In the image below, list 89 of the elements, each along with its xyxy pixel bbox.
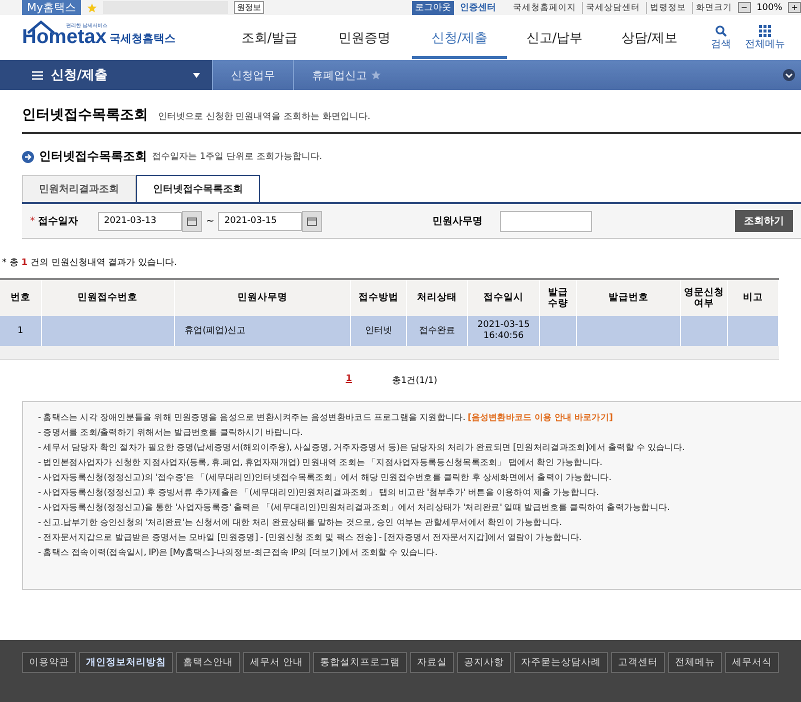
- search-button[interactable]: 검색: [711, 24, 731, 50]
- table-cell: 휴업(폐업)신고: [174, 316, 351, 346]
- start-date-field[interactable]: 2021-03-13: [98, 212, 182, 230]
- column-header: 민원접수번호: [41, 279, 174, 316]
- column-header: 영문신청 여부: [680, 279, 728, 316]
- info-button[interactable]: 원정보: [234, 1, 264, 14]
- horizontal-scrollbar[interactable]: [0, 346, 779, 360]
- table-cell: 인터넷: [350, 316, 407, 346]
- column-header: 접수방법: [350, 279, 407, 316]
- column-header: 처리상태: [406, 279, 468, 316]
- notice-text: - 증명서를 조회/출력하기 위해서는 발급번호를 클릭하시기 바랍니다.: [38, 427, 304, 439]
- column-header: 민원사무명: [174, 279, 351, 316]
- footer-link[interactable]: 세무서식: [725, 652, 780, 673]
- section-note: 접수일자는 1주일 단위로 조회가능합니다.: [152, 151, 322, 163]
- top-link[interactable]: 국세상담센터: [582, 2, 640, 14]
- table-cell: [727, 316, 778, 346]
- footer-link[interactable]: 이용약관: [22, 652, 76, 673]
- table-cell: [680, 316, 728, 346]
- nav-tab[interactable]: 상담/제보: [602, 16, 697, 58]
- calendar-icon[interactable]: [182, 210, 202, 232]
- notice-text: - 사업자등록신청(정정신고) 후 증빙서류 추가제출은 「(세무대리인)민원처리결과조회」 탭의 비고란 '첨부추가' 버튼을 이용하여 제출 가능합니다.: [38, 487, 600, 499]
- table-cell: 2021-03-15 16:40:56: [468, 316, 540, 346]
- nav-tab[interactable]: 조회/발급: [222, 16, 317, 58]
- breadcrumb-item[interactable]: 신청업무: [212, 60, 293, 90]
- breadcrumb-item[interactable]: 휴폐업신고: [293, 60, 399, 90]
- date-label: 접수일자: [38, 215, 79, 228]
- logout-button[interactable]: 로그아웃: [412, 0, 454, 14]
- calendar-icon[interactable]: [302, 210, 322, 232]
- all-menu-button[interactable]: 전체메뉴: [745, 24, 785, 50]
- page-link[interactable]: 1: [346, 374, 352, 387]
- page-title: 인터넷접수목록조회: [22, 106, 148, 124]
- column-header: 비고: [727, 279, 778, 316]
- tab[interactable]: 민원처리결과조회: [22, 175, 136, 202]
- nav-tab[interactable]: 민원증명: [317, 16, 412, 58]
- table-cell: [539, 316, 576, 346]
- top-link[interactable]: 법령정보: [646, 2, 686, 14]
- zoom-value: 100%: [756, 2, 782, 12]
- notice-text: - 세무서 담당자 확인 절차가 필요한 증명(납세증명서(해외이주용), 사실증명, 거주자증명서 등)은 담당자의 처리가 완료되면 [민원처리결과조회]에서 출력할 수 있습니다.: [38, 442, 686, 454]
- footer-link[interactable]: 자료실: [410, 652, 454, 673]
- table-cell: 접수완료: [406, 316, 468, 346]
- column-header: 발급 수량: [539, 279, 576, 316]
- notice-text: - 홈택스는 시각 장애인분들을 위해 민원증명을 음성으로 변환시켜주는 음성변환바코드 프로그램을 지원합니다. [음성변환바코드 이용 안내 바로가기]: [38, 412, 614, 424]
- footer-link[interactable]: 고객센터: [611, 652, 666, 673]
- category-menu[interactable]: 신청/제출: [0, 60, 212, 90]
- arrow-circle-icon: [22, 150, 34, 162]
- caret-icon: [193, 72, 200, 78]
- column-header: 발급번호: [576, 279, 681, 316]
- nav-tab[interactable]: 신고/납부: [507, 16, 602, 58]
- service-name-field[interactable]: [500, 210, 592, 232]
- zoom-out-button[interactable]: −: [738, 2, 751, 13]
- range-tilde: ~: [206, 216, 214, 226]
- top-link[interactable]: 국세청홈페이지: [510, 2, 576, 14]
- search-submit-button[interactable]: 조회하기: [735, 210, 793, 232]
- notice-text: - 전자문서지갑으로 발급받은 증명서는 모바일 [민원증명] - [민원신청 조회 및 팩스 전송] - [전자증명서 전자문서지갑]에서 열람이 가능합니다.: [38, 532, 582, 544]
- footer-link[interactable]: 개인정보처리방침: [79, 652, 173, 673]
- cert-center-link[interactable]: 인증센터: [460, 1, 496, 14]
- star-icon[interactable]: [371, 70, 381, 80]
- chevron-down-icon[interactable]: [783, 69, 795, 81]
- logo-label: 국세청홈택스: [109, 31, 176, 47]
- footer-link[interactable]: 자주묻는상담사례: [514, 652, 608, 673]
- my-hometax-button[interactable]: My홈택스: [22, 0, 82, 15]
- notice-text: - 사업자등록신청(정정신고)을 통한 '사업자등록증' 출력은 「(세무대리인)민원처리결과조회」에서 처리상태가 '처리완료' 일때 발급번호를 클릭하여 출력가능합니다.: [38, 502, 671, 514]
- section-title: 인터넷접수목록조회: [39, 148, 147, 165]
- table-cell: 1: [0, 316, 42, 346]
- notice-text: - 법인본점사업자가 신청한 지점사업자(등록, 휴.폐업, 휴업자재개업) 민원내역 조회는 「지점사업자등록등신청목록조회」 탭에서 확인 가능합니다.: [38, 457, 604, 469]
- zoom-label: 화면크기: [692, 2, 732, 14]
- search-icon: [715, 24, 727, 36]
- footer-link[interactable]: 홈택스안내: [176, 652, 240, 673]
- menu-icon: [32, 70, 43, 80]
- column-header: 번호: [0, 279, 42, 316]
- table-cell[interactable]: [41, 316, 174, 346]
- end-date-field[interactable]: 2021-03-15: [218, 212, 302, 230]
- column-header: 접수일시: [468, 279, 540, 316]
- required-mark: *: [30, 216, 35, 226]
- footer-link[interactable]: 공지사항: [457, 652, 512, 673]
- footer-link[interactable]: 세무서 안내: [243, 652, 310, 673]
- grid-icon: [759, 24, 771, 36]
- service-name-label: 민원사무명: [432, 215, 482, 228]
- zoom-in-button[interactable]: +: [788, 2, 801, 13]
- tab[interactable]: 인터넷접수목록조회: [136, 175, 260, 202]
- footer-link[interactable]: 전체메뉴: [668, 652, 722, 673]
- notice-text: - 신고.납부기한 승인신청의 '처리완료'는 신청서에 대한 처리 완료상태를 말하는 것으로, 승인 여부는 관할세무서에서 확인이 가능합니다.: [38, 517, 563, 529]
- star-icon[interactable]: [87, 2, 98, 12]
- notice-text: - 사업자등록신청(정정신고)의 '접수증'은 「(세무대리인)인터넷접수목록조회」에서 해당 민원접수번호를 클릭한 후 상세화면에서 출력이 가능합니다.: [38, 472, 612, 484]
- footer-link[interactable]: 통합설치프로그램: [313, 652, 408, 673]
- result-count: * 총 1 건의 민원신청내역 결과가 있습니다.: [2, 257, 178, 269]
- notice-text: - 홈택스 접속이력(접속일시, IP)은 [My홈택스]-나의정보-최근접속 IP의 [더보기]에서 조회할 수 있습니다.: [38, 547, 438, 559]
- page-subtitle: 인터넷으로 신청한 민원내역을 조회하는 화면입니다.: [158, 111, 370, 123]
- page-total: 총1건(1/1): [392, 375, 438, 387]
